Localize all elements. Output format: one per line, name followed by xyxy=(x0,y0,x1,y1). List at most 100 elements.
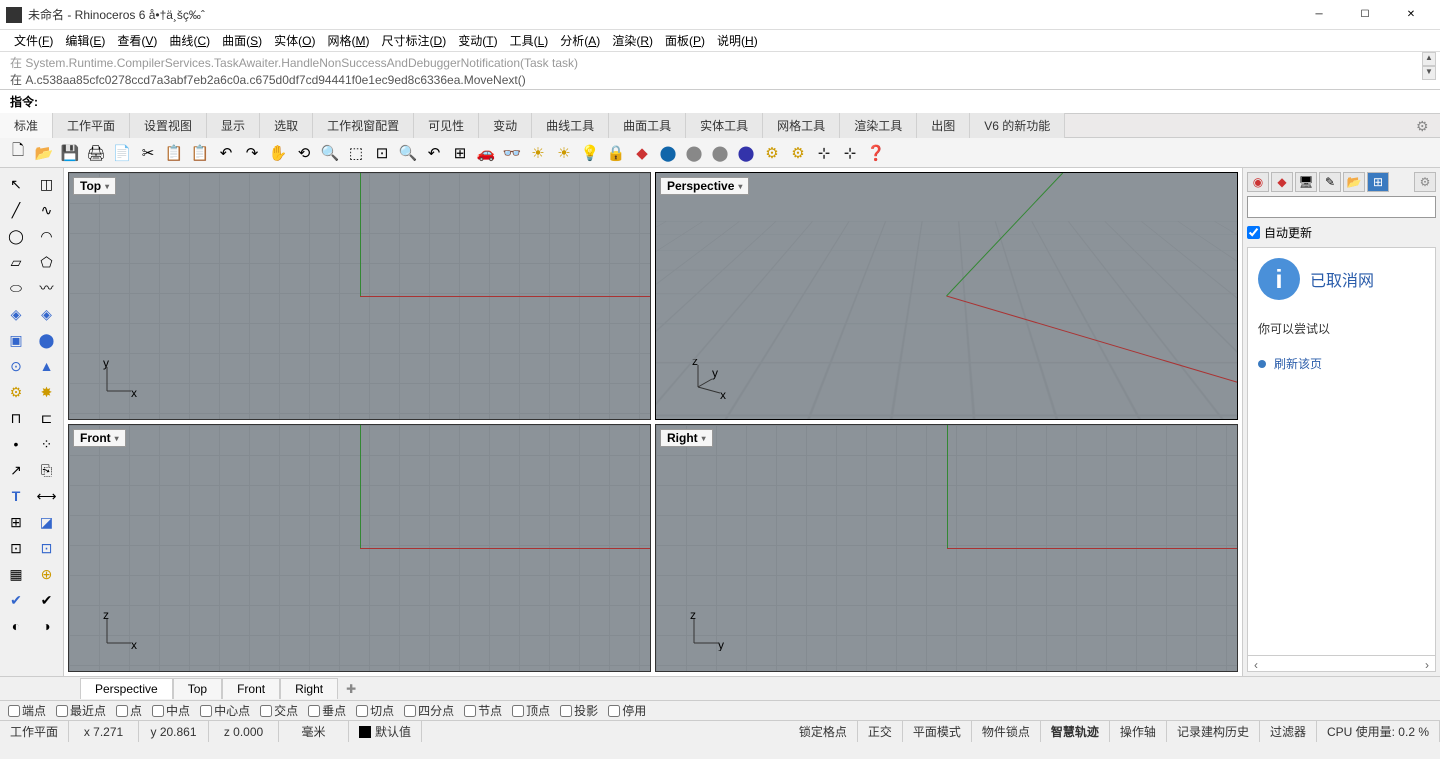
osnap-center[interactable]: 中心点 xyxy=(200,702,250,719)
new-icon[interactable]: 🗋 xyxy=(6,141,30,165)
viewport-label-perspective[interactable]: Perspective▾ xyxy=(660,177,749,195)
status-layer[interactable]: 默认值 xyxy=(349,721,422,742)
vtab-right[interactable]: Right xyxy=(280,678,338,699)
layers-tab-icon[interactable]: ◆ xyxy=(1271,172,1293,192)
surface-pt-icon[interactable]: ◈ xyxy=(2,302,30,326)
arc-icon[interactable]: ◠ xyxy=(33,224,61,248)
show-icon[interactable]: ☀ xyxy=(526,141,550,165)
open-icon[interactable]: 📂 xyxy=(32,141,56,165)
zoom-dynamic-icon[interactable]: 🔍 xyxy=(318,141,342,165)
osnap-perp[interactable]: 垂点 xyxy=(308,702,346,719)
check-icon[interactable]: ✔ xyxy=(2,588,30,612)
layer-off-icon[interactable]: ◆ xyxy=(630,141,654,165)
osnap-tan[interactable]: 切点 xyxy=(356,702,394,719)
chevron-down-icon[interactable]: ▾ xyxy=(105,182,109,191)
help-icon[interactable]: ❓ xyxy=(864,141,888,165)
status-cplane[interactable]: 工作平面 xyxy=(0,721,69,742)
explode-icon[interactable]: ✸ xyxy=(33,380,61,404)
tab-visibility[interactable]: 可见性 xyxy=(414,113,479,138)
tab-curve-tools[interactable]: 曲线工具 xyxy=(532,113,609,138)
vtab-perspective[interactable]: Perspective xyxy=(80,678,173,699)
ortho-icon[interactable]: ⊹ xyxy=(838,141,862,165)
cone-icon[interactable]: ▲ xyxy=(33,354,61,378)
point-icon[interactable]: • xyxy=(2,432,30,456)
maximize-button[interactable]: ☐ xyxy=(1342,1,1388,29)
tab-transform[interactable]: 变动 xyxy=(479,113,532,138)
viewport-right[interactable]: Right▾ z y xyxy=(655,424,1238,672)
vtab-top[interactable]: Top xyxy=(173,678,222,699)
menu-surface[interactable]: 曲面(S) xyxy=(216,30,268,51)
viewport-perspective[interactable]: Perspective▾ z y x xyxy=(655,172,1238,420)
ellipse-icon[interactable]: ⬭ xyxy=(2,276,30,300)
status-planar[interactable]: 平面模式 xyxy=(903,721,972,742)
named-view-icon[interactable]: 👓 xyxy=(500,141,524,165)
status-history[interactable]: 记录建构历史 xyxy=(1167,721,1260,742)
tab-v6-new[interactable]: V6 的新功能 xyxy=(970,113,1065,138)
status-gridsnap[interactable]: 锁定格点 xyxy=(789,721,858,742)
chevron-down-icon[interactable]: ▾ xyxy=(702,434,706,443)
mirror-icon[interactable]: ◪ xyxy=(33,510,61,534)
status-filter[interactable]: 过滤器 xyxy=(1260,721,1317,742)
doc-properties-icon[interactable]: 📄 xyxy=(110,141,134,165)
properties-tab-icon[interactable]: ◉ xyxy=(1247,172,1269,192)
menu-tools[interactable]: 工具(L) xyxy=(504,30,555,51)
tab-cplane[interactable]: 工作平面 xyxy=(53,113,130,138)
move-icon[interactable]: ↗ xyxy=(2,458,30,482)
text-icon[interactable]: T xyxy=(2,484,30,508)
osnap-end[interactable]: 端点 xyxy=(8,702,46,719)
auto-update-checkbox[interactable]: 自动更新 xyxy=(1247,222,1436,243)
minimize-button[interactable]: ─ xyxy=(1296,1,1342,29)
four-view-icon[interactable]: ⊞ xyxy=(448,141,472,165)
copy-tool-icon[interactable]: ⎘ xyxy=(33,458,61,482)
zoom-window-icon[interactable]: ⬚ xyxy=(344,141,368,165)
menu-curve[interactable]: 曲线(C) xyxy=(163,30,216,51)
osnap-point[interactable]: 点 xyxy=(116,702,142,719)
rectangle-icon[interactable]: ▱ xyxy=(2,250,30,274)
auto-update-check[interactable] xyxy=(1247,226,1260,239)
rotate-view-icon[interactable]: ⟲ xyxy=(292,141,316,165)
trim-icon[interactable]: ⊏ xyxy=(33,406,61,430)
polygon-icon[interactable]: ⬠ xyxy=(33,250,61,274)
status-gumball[interactable]: 操作轴 xyxy=(1110,721,1167,742)
history-scroll[interactable]: ▲▼ xyxy=(1422,52,1436,80)
points-icon[interactable]: ⁘ xyxy=(33,432,61,456)
tab-standard[interactable]: 标准 xyxy=(0,113,53,138)
shade-icon[interactable]: ⬤ xyxy=(682,141,706,165)
options-icon[interactable]: ⚙ xyxy=(760,141,784,165)
undo-view-icon[interactable]: ↶ xyxy=(422,141,446,165)
vtab-front[interactable]: Front xyxy=(222,678,280,699)
status-osnap[interactable]: 物件锁点 xyxy=(972,721,1041,742)
status-smarttrack[interactable]: 智慧轨迹 xyxy=(1041,721,1110,742)
redo-icon[interactable]: ↷ xyxy=(240,141,264,165)
display-tab-icon[interactable]: 🖥 xyxy=(1295,172,1317,192)
menu-view[interactable]: 查看(V) xyxy=(111,30,163,51)
last-tool-icon[interactable]: ◐ xyxy=(2,614,30,638)
dim-icon[interactable]: ⟷ xyxy=(33,484,61,508)
properties-icon[interactable]: ⚙ xyxy=(786,141,810,165)
gear-tool-icon[interactable]: ⚙ xyxy=(2,380,30,404)
panel-h-scrollbar[interactable]: ‹ › xyxy=(1248,655,1435,671)
undo-icon[interactable]: ↶ xyxy=(214,141,238,165)
scroll-left-icon[interactable]: ‹ xyxy=(1248,658,1264,671)
hide-icon[interactable]: ☀ xyxy=(552,141,576,165)
preview-icon[interactable]: ⬤ xyxy=(734,141,758,165)
surface-crv-icon[interactable]: ◈ xyxy=(33,302,61,326)
status-unit[interactable]: 毫米 xyxy=(279,721,349,742)
circle-icon[interactable]: ◯ xyxy=(2,224,30,248)
cylinder-icon[interactable]: ⊙ xyxy=(2,354,30,378)
menu-analyze[interactable]: 分析(A) xyxy=(554,30,606,51)
gear-icon[interactable]: ⚙ xyxy=(1416,118,1432,134)
scroll-right-icon[interactable]: › xyxy=(1419,658,1435,671)
menu-solid[interactable]: 实体(O) xyxy=(268,30,321,51)
zoom-selected-icon[interactable]: ⊡ xyxy=(370,141,394,165)
render-preview-icon[interactable]: ⬤ xyxy=(708,141,732,165)
tab-display[interactable]: 显示 xyxy=(207,113,260,138)
menu-help[interactable]: 说明(H) xyxy=(711,30,764,51)
arrow-icon[interactable]: ↖ xyxy=(2,172,30,196)
print-icon[interactable]: 🖨 xyxy=(84,141,108,165)
render-icon[interactable]: ⬤ xyxy=(656,141,680,165)
cut-icon[interactable]: ✂ xyxy=(136,141,160,165)
chevron-down-icon[interactable]: ▾ xyxy=(738,182,742,191)
viewport-top[interactable]: Top▾ y x xyxy=(68,172,651,420)
add-viewport-icon[interactable]: ✚ xyxy=(338,679,364,699)
